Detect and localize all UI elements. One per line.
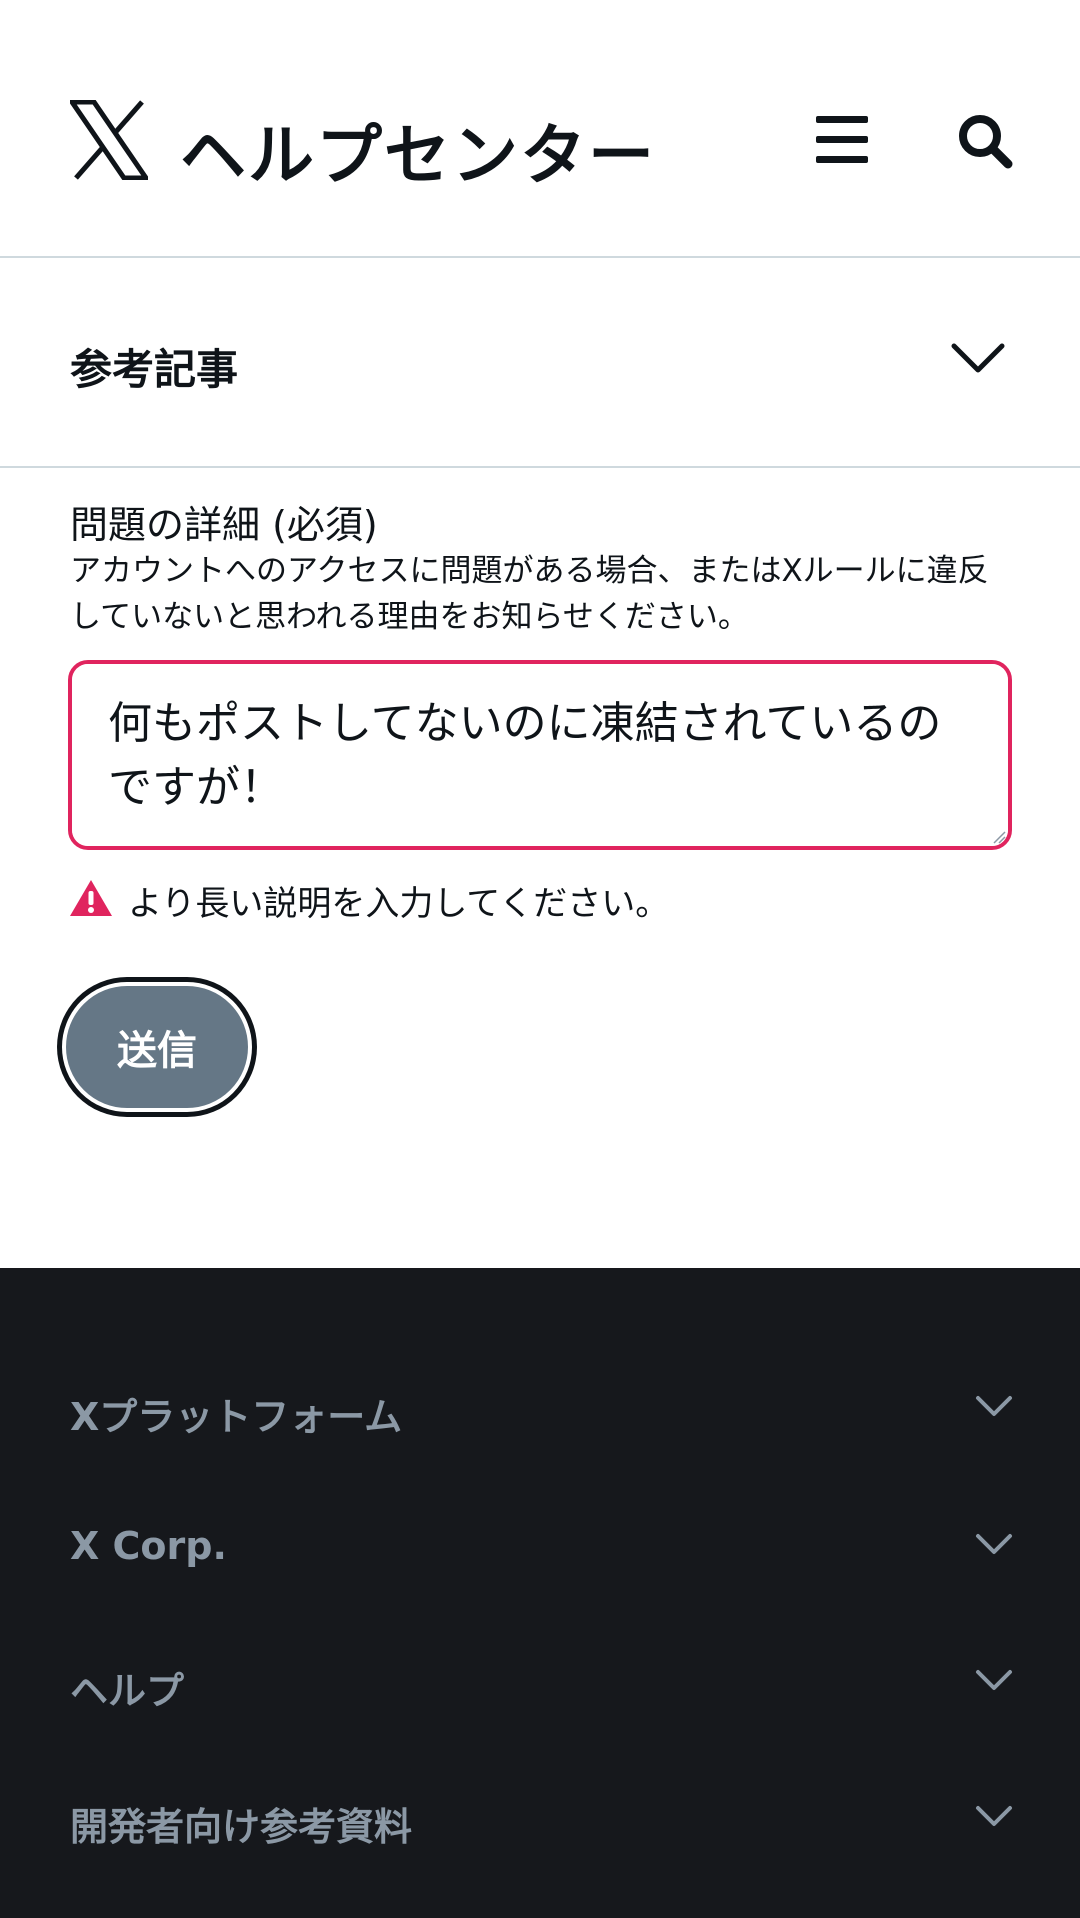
problem-details-label: 問題の詳細 (必須) xyxy=(70,503,378,547)
footer-item-x-corp[interactable]: X Corp. xyxy=(0,1490,1080,1600)
related-articles-label: 参考記事 xyxy=(70,345,239,394)
error-message: より長い説明を入力してください。 xyxy=(128,884,670,924)
chevron-down-icon xyxy=(951,343,1005,373)
help-center-title[interactable]: ヘルプセンター xyxy=(180,102,656,198)
submit-button-label: 送信 xyxy=(117,1028,197,1074)
x-logo-icon[interactable] xyxy=(70,100,148,180)
search-icon[interactable] xyxy=(956,112,1014,170)
chevron-down-icon xyxy=(976,1534,1012,1554)
submit-button[interactable]: 送信 xyxy=(62,982,252,1112)
chevron-down-icon xyxy=(976,1806,1012,1826)
site-footer: Xプラットフォーム X Corp. ヘルプ 開発者向け参考資料 xyxy=(0,1268,1080,1918)
footer-item-label: ヘルプ xyxy=(70,1669,185,1713)
footer-item-developer-resources[interactable]: 開発者向け参考資料 xyxy=(0,1762,1080,1872)
warning-icon xyxy=(70,880,112,916)
chevron-down-icon xyxy=(976,1396,1012,1416)
problem-details-textarea[interactable]: 何もポストしてないのに凍結されているのですが！ xyxy=(68,660,1012,850)
footer-item-x-platform[interactable]: Xプラットフォーム xyxy=(0,1352,1080,1462)
chevron-down-icon xyxy=(976,1670,1012,1690)
related-articles-toggle[interactable]: 参考記事 xyxy=(0,260,1080,468)
footer-item-help[interactable]: ヘルプ xyxy=(0,1626,1080,1736)
hamburger-menu-icon[interactable] xyxy=(812,112,874,168)
resize-grip-icon[interactable] xyxy=(992,830,1006,844)
problem-details-help-text: アカウントへのアクセスに問題がある場合、またはXルールに違反していないと思われる… xyxy=(70,553,989,635)
site-header: ヘルプセンター xyxy=(0,0,1080,258)
footer-item-label: 開発者向け参考資料 xyxy=(70,1805,413,1849)
page: ヘルプセンター 参考記事 問題の詳細 (必須) アカウントへのアクセスに問題があ… xyxy=(0,0,1080,1918)
footer-item-label: Xプラットフォーム xyxy=(70,1395,403,1439)
footer-item-label: X Corp. xyxy=(70,1524,227,1568)
